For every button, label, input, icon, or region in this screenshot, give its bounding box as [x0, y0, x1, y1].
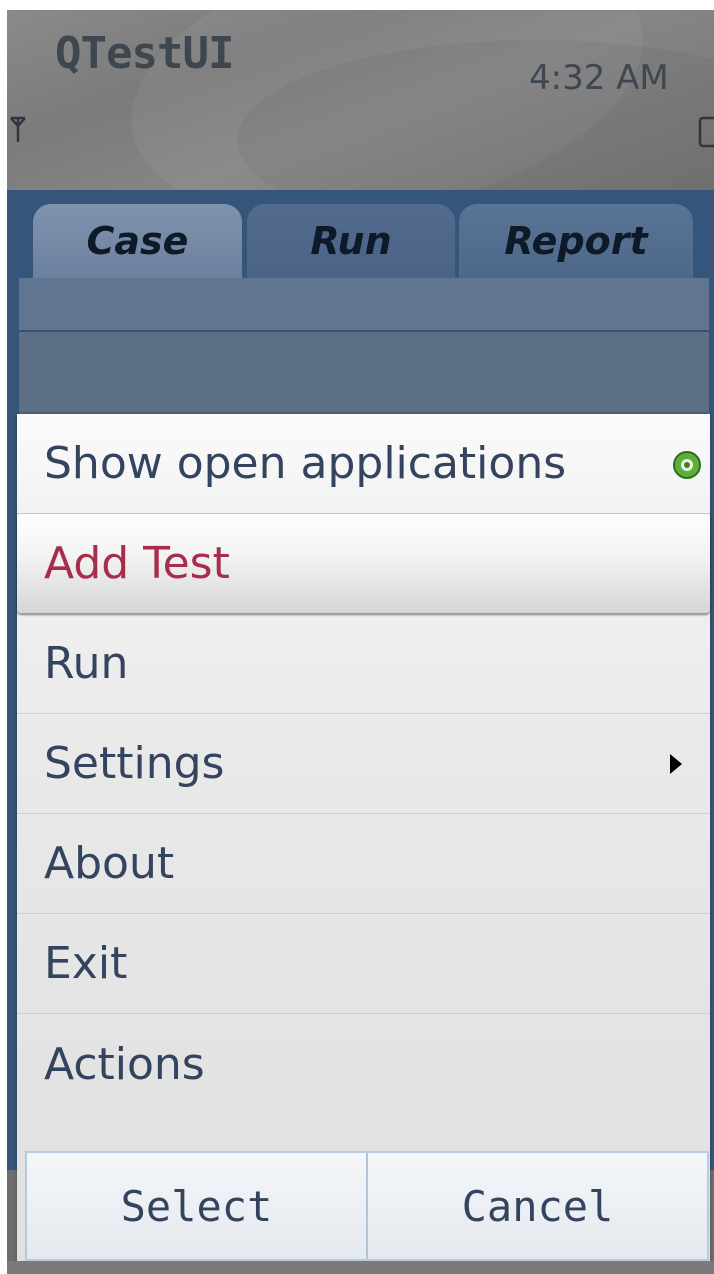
signal-antenna-icon: [10, 116, 26, 142]
menu-item-run[interactable]: Run: [17, 614, 710, 714]
bottom-edge: [7, 1261, 714, 1274]
cancel-softkey-label: Cancel: [461, 1181, 614, 1231]
select-softkey[interactable]: Select: [27, 1153, 368, 1259]
tab-report[interactable]: Report: [459, 204, 693, 278]
select-softkey-label: Select: [120, 1181, 273, 1231]
menu-item-label: Show open applications: [44, 438, 567, 489]
active-indicator-icon: [673, 451, 701, 479]
menu-item-label: Settings: [44, 738, 225, 789]
menu-item-label: Exit: [44, 938, 128, 989]
options-menu: Show open applications Add Test Run Sett…: [17, 414, 710, 1274]
content-header-strip: [19, 278, 709, 332]
battery-icon: [698, 116, 714, 148]
status-pane: QTestUI 4:32 AM: [7, 10, 714, 190]
menu-item-add-test[interactable]: Add Test: [17, 514, 710, 614]
tab-run[interactable]: Run: [247, 204, 455, 278]
menu-item-exit[interactable]: Exit: [17, 914, 710, 1014]
menu-item-label: Actions: [44, 1038, 205, 1090]
submenu-arrow-icon: [670, 754, 682, 774]
menu-item-actions[interactable]: Actions: [17, 1014, 710, 1114]
softkey-bar: Select Cancel: [25, 1151, 709, 1261]
app-title: QTestUI: [55, 28, 234, 79]
menu-item-label: Run: [44, 638, 129, 689]
menu-item-label: Add Test: [44, 538, 230, 589]
menu-item-show-open-applications[interactable]: Show open applications: [17, 414, 710, 514]
menu-item-about[interactable]: About: [17, 814, 710, 914]
clock: 4:32 AM: [529, 58, 669, 98]
tab-bar: Case Run Report: [7, 190, 714, 278]
tab-report-label: Report: [504, 219, 648, 263]
cancel-softkey[interactable]: Cancel: [368, 1153, 707, 1259]
tab-case-label: Case: [86, 219, 189, 263]
menu-item-label: About: [44, 838, 175, 889]
menu-item-settings[interactable]: Settings: [17, 714, 710, 814]
phone-screen: QTestUI 4:32 AM Case Run Report Show ope…: [7, 10, 714, 1274]
tab-case[interactable]: Case: [33, 204, 242, 278]
tab-run-label: Run: [310, 219, 392, 263]
